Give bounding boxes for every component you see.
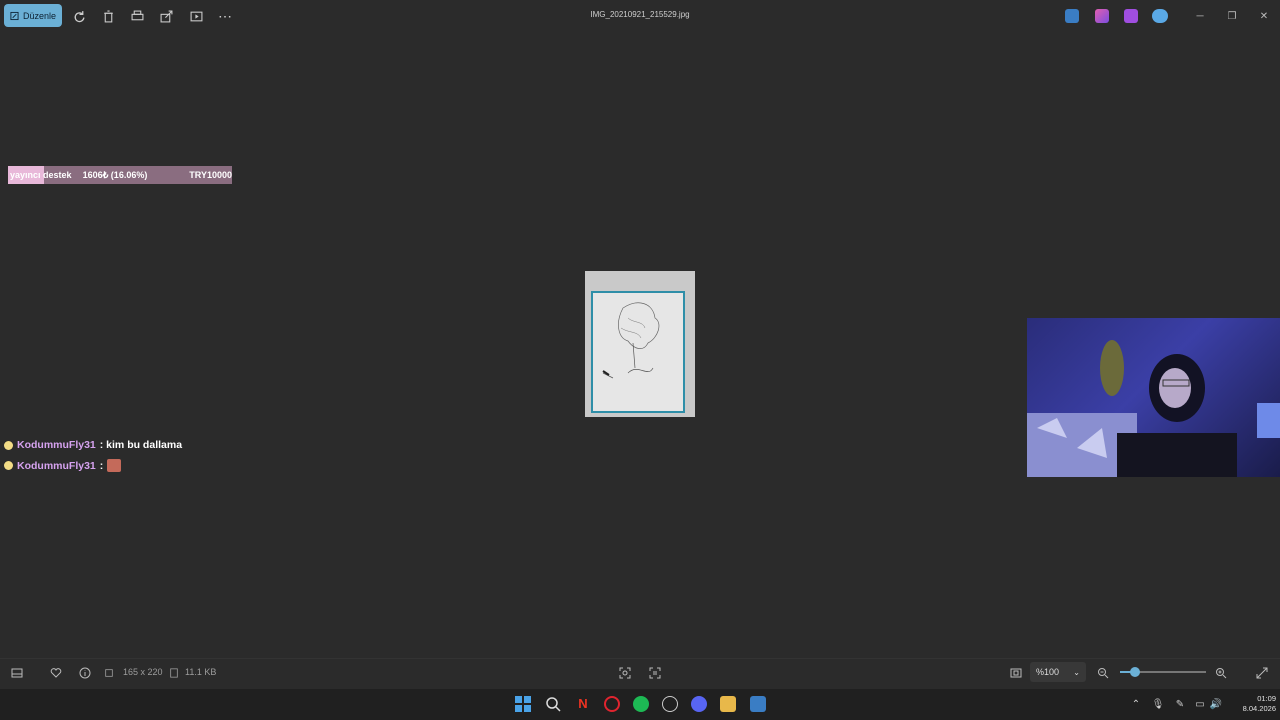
goal-target: TRY10000: [189, 170, 232, 180]
steam-icon[interactable]: [662, 696, 678, 712]
trash-icon: [103, 10, 113, 22]
edit-button[interactable]: Düzenle: [4, 4, 62, 27]
filmstrip-icon: [11, 668, 23, 678]
clock-date: 8.04.2026: [1242, 704, 1276, 713]
zoom-out-button[interactable]: [1095, 665, 1111, 681]
chat-message: KodummuFly31 :: [4, 459, 122, 472]
webcam-overlay: [1027, 318, 1280, 477]
share-button[interactable]: [155, 5, 177, 27]
expand-icon: [1256, 667, 1268, 679]
opera-icon[interactable]: [604, 696, 620, 712]
scan-icon: [619, 667, 631, 679]
pen-icon[interactable]: ✎: [1174, 698, 1186, 710]
close-button[interactable]: ✕: [1256, 9, 1272, 23]
maximize-icon: ❐: [1227, 10, 1237, 22]
filmstrip-button[interactable]: [9, 665, 25, 681]
more-options-button[interactable]: ⋯: [214, 5, 236, 27]
chat-badge-icon: [4, 461, 13, 470]
info-icon: [79, 667, 91, 679]
minimize-button[interactable]: ─: [1192, 9, 1208, 23]
zoom-out-icon: [1098, 668, 1109, 679]
share-icon: [160, 10, 172, 22]
heart-icon: [50, 668, 62, 678]
rotate-button[interactable]: [68, 5, 90, 27]
slideshow-button[interactable]: [185, 5, 207, 27]
microphone-icon[interactable]: 🎙: [1152, 698, 1165, 710]
more-icon: ⋯: [218, 7, 232, 24]
rotate-icon: [74, 10, 84, 22]
tray-overflow-icon[interactable]: ⌃: [1130, 698, 1142, 710]
file-size-icon: [169, 665, 179, 681]
windows-icon: [515, 696, 531, 712]
delete-button[interactable]: [97, 5, 119, 27]
chat-text: : kim bu dallama: [99, 439, 183, 451]
zoom-in-button[interactable]: [1213, 665, 1229, 681]
maximize-button[interactable]: ❐: [1224, 9, 1240, 23]
sketch-drawing: [591, 291, 685, 413]
image-dimensions: 165 x 220: [123, 667, 163, 677]
photos-app-icon[interactable]: [1065, 9, 1079, 23]
search-button[interactable]: [545, 696, 561, 712]
edit-icon: [10, 11, 19, 20]
spotify-icon[interactable]: [633, 696, 649, 712]
chevron-down-icon: ⌄: [1073, 667, 1080, 677]
favorite-button[interactable]: [48, 665, 64, 681]
goal-label: yayıncı destek: [10, 170, 72, 180]
print-icon: [131, 10, 143, 20]
webcam-feed: [1027, 340, 1280, 477]
clipchamp-icon[interactable]: [1095, 9, 1109, 23]
search-icon: [546, 697, 561, 712]
start-button[interactable]: [515, 696, 531, 712]
clock-time: 01:09: [1257, 694, 1276, 703]
donation-goal-bar: yayıncı destek 1606₺ (16.06%) TRY10000: [8, 166, 232, 184]
sketch-lines: [602, 302, 660, 379]
chat-message: KodummuFly31 : kim bu dallama: [4, 439, 182, 451]
photos-taskbar-icon[interactable]: [750, 696, 766, 712]
volume-icon[interactable]: 🔊: [1210, 698, 1222, 710]
print-button[interactable]: [126, 5, 148, 27]
emote-icon: [107, 459, 122, 472]
fit-window-icon: [1010, 668, 1022, 678]
displayed-image: [585, 271, 695, 417]
top-toolbar: Düzenle ⋯ IMG_20210921_215529.jpg ─ ❐ ✕: [0, 0, 1280, 32]
zoom-slider-thumb[interactable]: [1130, 667, 1140, 677]
minimize-icon: ─: [1196, 10, 1204, 22]
onedrive-icon[interactable]: [1152, 9, 1168, 23]
chat-badge-icon: [4, 440, 13, 450]
file-title: IMG_20210921_215529.jpg: [590, 10, 690, 19]
designer-icon[interactable]: [1124, 9, 1138, 23]
edit-label: Düzenle: [22, 10, 56, 21]
file-size: 11.1 KB: [185, 667, 217, 677]
system-clock[interactable]: 01:09 8.04.2026: [1226, 694, 1276, 714]
dimensions-icon: [104, 665, 114, 681]
chat-username: KodummuFly31: [17, 459, 96, 472]
text-scan-icon: [649, 667, 661, 679]
close-icon: ✕: [1259, 10, 1269, 22]
network-icon[interactable]: ▭: [1194, 698, 1206, 710]
info-button[interactable]: [77, 665, 93, 681]
chat-username: KodummuFly31: [17, 439, 96, 451]
fullscreen-button[interactable]: [1254, 665, 1270, 681]
zoom-level-value: %100: [1036, 667, 1060, 677]
file-explorer-icon[interactable]: [720, 696, 736, 712]
visual-search-button[interactable]: [617, 665, 633, 681]
slideshow-icon: [190, 11, 202, 21]
chat-text: :: [99, 459, 104, 472]
zoom-in-icon: [1216, 668, 1227, 679]
netflix-icon[interactable]: N: [575, 696, 591, 712]
fit-to-window-button[interactable]: [1008, 665, 1024, 681]
zoom-level-select[interactable]: %100 ⌄: [1030, 662, 1086, 682]
discord-icon[interactable]: [691, 696, 707, 712]
goal-amount: 1606₺ (16.06%): [82, 169, 148, 180]
text-scan-button[interactable]: [647, 665, 663, 681]
